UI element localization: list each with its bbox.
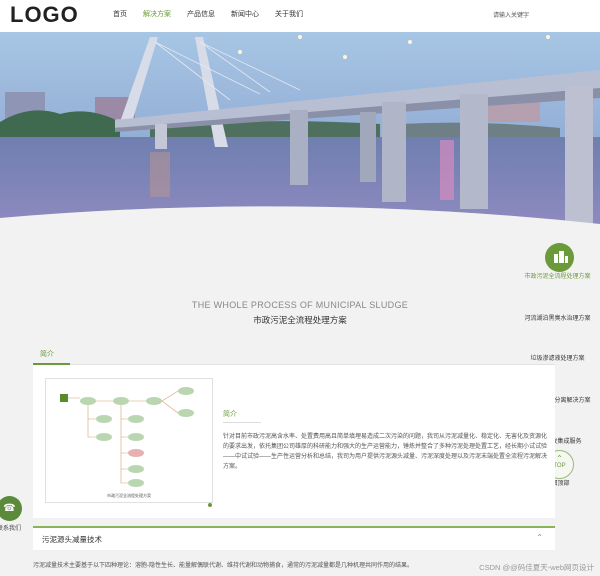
process-diagram: 市政污泥全流程处理方案 — [45, 378, 213, 507]
search-input[interactable]: 请输入关键字 — [493, 10, 529, 19]
reduction-description: 污泥减量技术主要基于以下四种理论：溶胞-隐性生长、能量解偶联代谢、维持代谢和动物… — [33, 563, 414, 569]
main-nav: 首页 解决方案 产品信息 新闻中心 关于我们 — [105, 0, 311, 32]
nav-solutions[interactable]: 解决方案 — [135, 0, 179, 32]
tab-intro[interactable]: 简介 — [33, 348, 70, 365]
section-title-en: THE WHOLE PROCESS OF MUNICIPAL SLUDGE — [191, 300, 409, 310]
nav-products[interactable]: 产品信息 — [179, 0, 223, 32]
intro-panel: 市政污泥全流程处理方案 简介 针对目前市政污泥高含水率、处置费用高且简单填埋易造… — [33, 365, 555, 518]
divider — [223, 422, 261, 423]
nav-news[interactable]: 新闻中心 — [223, 0, 267, 32]
intro-text: 针对目前市政污泥高含水率、处置费用高且简单填埋易造成二次污染的问题，我司从污泥减… — [223, 434, 548, 470]
nav-about[interactable]: 关于我们 — [267, 0, 311, 32]
tab-row: 简介 — [33, 348, 555, 365]
phone-icon[interactable]: ☎ — [0, 496, 22, 521]
watermark: CSDN @@码佳夏天-web网页设计 — [479, 563, 594, 572]
accordion-title: 污泥源头减量技术 — [42, 535, 102, 544]
carousel-dot[interactable] — [208, 503, 212, 507]
logo[interactable]: LOGO — [10, 2, 79, 28]
contact-label[interactable]: 联系我们 — [0, 523, 21, 532]
intro-subtitle: 简介 — [223, 411, 237, 418]
sidebar-item-sludge[interactable]: 市政污泥全流程处理方案 — [515, 271, 600, 280]
bridge-photo — [0, 32, 600, 228]
chevron-up-icon[interactable]: ⌃ — [536, 533, 543, 542]
building-icon[interactable] — [545, 243, 574, 272]
section-title-cn: 市政污泥全流程处理方案 — [253, 315, 347, 325]
nav-home[interactable]: 首页 — [105, 0, 135, 32]
top-header: LOGO 首页 解决方案 产品信息 新闻中心 关于我们 请输入关键字 — [0, 0, 600, 32]
hero-banner — [0, 32, 600, 228]
accordion-source-reduction[interactable]: 污泥源头减量技术 ⌃ — [33, 526, 555, 550]
diagram-caption: 市政污泥全流程处理方案 — [107, 492, 151, 498]
